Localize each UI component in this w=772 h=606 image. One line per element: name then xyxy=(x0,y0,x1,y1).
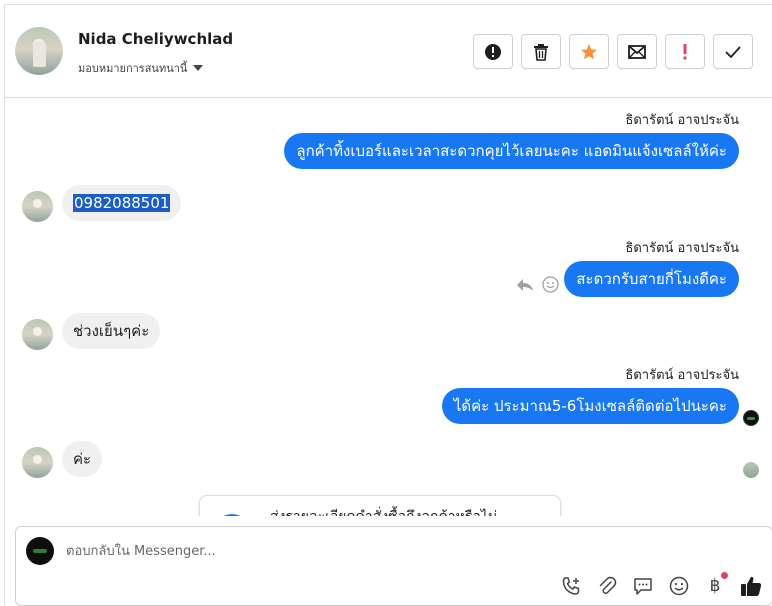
contact-avatar-small xyxy=(22,319,53,350)
paperclip-icon xyxy=(599,576,617,594)
chevron-down-icon xyxy=(193,65,204,71)
reply-composer: ฿ xyxy=(15,526,772,606)
baht-icon: ฿ xyxy=(709,576,721,596)
star-icon xyxy=(581,43,597,59)
reply-input[interactable] xyxy=(66,541,666,561)
envelope-icon xyxy=(628,44,646,59)
message-thread[interactable]: ธิดารัตน์ อาจประจัน ลูกค้าทิ้งเบอร์และเว… xyxy=(5,98,772,516)
card-text: ส่งรายละเอียดคำสั่งซื้อถึงลูกค้าหรือไม่ xyxy=(270,506,497,516)
delete-button[interactable] xyxy=(521,34,561,69)
page-seen-indicator xyxy=(743,410,759,426)
done-button[interactable] xyxy=(713,34,753,69)
order-details-prompt-card[interactable]: ส่งรายละเอียดคำสั่งซื้อถึงลูกค้าหรือไม่ xyxy=(199,495,561,516)
phone-plus-icon xyxy=(562,576,579,595)
message-hover-actions xyxy=(516,276,559,293)
spam-button[interactable] xyxy=(473,34,513,69)
composer-tools: ฿ xyxy=(560,572,762,597)
incoming-message[interactable]: ค่ะ xyxy=(62,441,103,477)
reply-icon[interactable] xyxy=(516,278,534,292)
contact-name[interactable]: Nida Cheliywchlad xyxy=(78,30,233,48)
mark-unread-button[interactable] xyxy=(617,34,657,69)
check-icon xyxy=(725,45,741,58)
assign-label: มอบหมายการสนทนานี้ xyxy=(78,62,188,75)
message-sender-name: ธิดารัตน์ อาจประจัน xyxy=(625,113,739,128)
important-button[interactable] xyxy=(665,34,705,69)
trash-icon xyxy=(534,43,548,61)
page-avatar xyxy=(26,537,54,565)
chat-bubble-icon xyxy=(634,578,652,595)
like-button[interactable] xyxy=(740,575,762,597)
contact-avatar-small xyxy=(22,191,53,222)
saved-replies-button[interactable] xyxy=(632,575,654,597)
header-actions xyxy=(473,34,753,69)
star-button[interactable] xyxy=(569,34,609,69)
smiley-icon xyxy=(669,576,689,596)
outgoing-message[interactable]: ได้ค่ะ ประมาณ5-6โมงเซลล์ติดต่อไปนะคะ xyxy=(441,388,739,424)
emoji-button[interactable] xyxy=(668,575,690,597)
contact-avatar-small xyxy=(22,447,53,478)
conversation-panel: Nida Cheliywchlad มอบหมายการสนทนานี้ ธิด… xyxy=(4,4,772,606)
contact-avatar[interactable] xyxy=(15,27,63,75)
selected-phone-number[interactable]: 0982088501 xyxy=(73,194,171,212)
react-smiley-icon[interactable] xyxy=(542,276,559,293)
outgoing-message[interactable]: ลูกค้าทิ้งเบอร์และเวลาสะดวกคุยไว้เลยนะคะ… xyxy=(284,133,739,169)
incoming-message[interactable]: 0982088501 xyxy=(62,185,182,221)
conversation-header: Nida Cheliywchlad มอบหมายการสนทนานี้ xyxy=(5,5,772,98)
attach-button[interactable] xyxy=(596,575,618,597)
exclamation-icon xyxy=(683,43,687,59)
outgoing-message[interactable]: สะดวกรับสายกี่โมงดีคะ xyxy=(564,261,739,297)
notification-dot xyxy=(721,572,728,579)
payment-button[interactable]: ฿ xyxy=(704,572,728,597)
call-button[interactable] xyxy=(560,575,582,597)
thumbs-up-icon xyxy=(741,576,762,596)
message-sender-name: ธิดารัตน์ อาจประจัน xyxy=(625,368,739,383)
card-icon xyxy=(214,514,250,516)
incoming-message[interactable]: ช่วงเย็นๆค่ะ xyxy=(62,313,161,349)
contact-seen-indicator xyxy=(743,462,759,478)
assign-conversation-dropdown[interactable]: มอบหมายการสนทนานี้ xyxy=(78,59,204,77)
message-sender-name: ธิดารัตน์ อาจประจัน xyxy=(625,241,739,256)
alert-circle-icon xyxy=(485,43,501,60)
